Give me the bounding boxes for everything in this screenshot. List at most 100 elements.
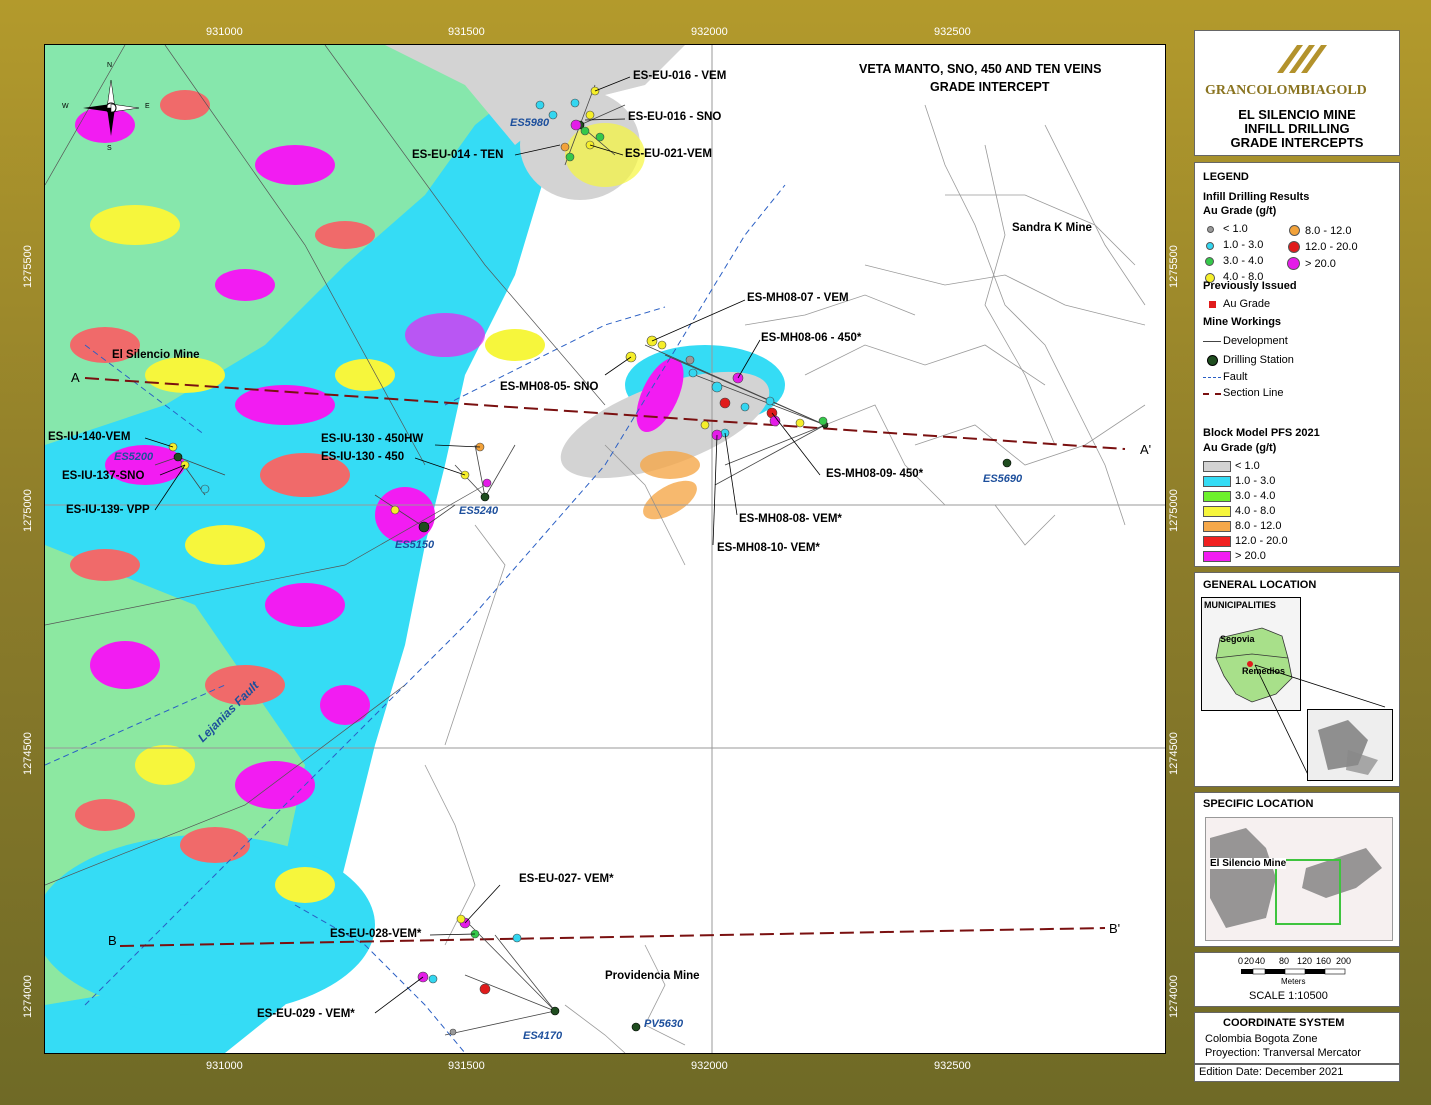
map-view[interactable]: N S E W VETA MANTO, SNO, 450 AND TEN VEI… — [44, 44, 1166, 1054]
station-label: ES5690 — [983, 473, 1023, 485]
specific-inset: El Silencio Mine — [1205, 817, 1393, 941]
scale-tick: 120 — [1297, 956, 1313, 966]
infill-label: 1.0 - 3.0 — [1223, 239, 1264, 251]
intercept-label: ES-IU-137-SNO — [62, 470, 145, 482]
block-swatch — [1203, 476, 1231, 487]
workings-title: Mine Workings — [1203, 316, 1282, 328]
section-label-b2: B' — [1109, 921, 1121, 936]
title-line3: GRADE INTERCEPTS — [1230, 135, 1364, 150]
mine-workings — [424, 104, 1146, 1053]
zoom-inset-map — [1318, 720, 1378, 775]
block-swatch — [1203, 461, 1231, 472]
y-tick-left-1: 1275500 — [22, 245, 34, 288]
intercept-label: ES-IU-139- VPP — [66, 504, 150, 516]
intercept-label: ES-EU-027- VEM* — [519, 873, 614, 885]
block-label: 1.0 - 3.0 — [1235, 475, 1276, 487]
scale-tick: 200 — [1336, 956, 1352, 966]
infill-dot — [1287, 257, 1300, 270]
mine-label-sandra: Sandra K Mine — [1012, 222, 1092, 234]
edition-date: Edition Date: December 2021 — [1199, 1066, 1344, 1078]
y-tick-left-2: 1275000 — [22, 489, 34, 532]
y-tick-left-4: 1274000 — [22, 975, 34, 1018]
x-tick-bottom-4: 932500 — [934, 1060, 971, 1072]
drilling-station-label: Drilling Station — [1223, 354, 1294, 366]
legend-title: LEGEND — [1203, 171, 1249, 183]
legend-box: LEGEND Infill Drilling Results Au Grade … — [1194, 162, 1400, 567]
scale-tick: 40 — [1255, 956, 1266, 966]
station-label: ES5150 — [395, 539, 435, 551]
infill-dot — [1205, 257, 1214, 266]
specific-label: El Silencio Mine — [1210, 858, 1287, 869]
infill-sub: Au Grade (g/t) — [1203, 205, 1277, 217]
y-tick-left-3: 1274500 — [22, 732, 34, 775]
station-label: ES4170 — [523, 1030, 563, 1042]
coordinate-system-box: COORDINATE SYSTEM Colombia Bogota Zone P… — [1194, 1012, 1400, 1064]
infill-label: < 1.0 — [1223, 223, 1248, 235]
prev-item: Au Grade — [1223, 298, 1271, 310]
fault-line-icon — [1203, 377, 1221, 378]
map-title-line2: GRADE INTERCEPT — [930, 80, 1050, 94]
x-tick-bottom-1: 931000 — [206, 1060, 243, 1072]
scale-tick: 80 — [1279, 956, 1290, 966]
block-swatch — [1203, 491, 1231, 502]
scale-text: SCALE 1:10500 — [1249, 990, 1328, 1002]
block-swatch — [1203, 536, 1231, 547]
block-label: 3.0 - 4.0 — [1235, 490, 1276, 502]
prev-square-icon — [1209, 301, 1216, 308]
infill-label: 3.0 - 4.0 — [1223, 255, 1264, 267]
intercept-label: ES-MH08-07 - VEM — [747, 292, 849, 304]
mine-label-silencio: El Silencio Mine — [112, 349, 200, 361]
x-tick-top-3: 932000 — [691, 26, 728, 38]
intercept-label: ES-MH08-05- SNO — [500, 381, 599, 393]
intercept-label: ES-EU-028-VEM* — [330, 928, 422, 940]
infill-dot — [1289, 225, 1300, 236]
block-label: 12.0 - 20.0 — [1235, 535, 1288, 547]
logo-text: GRANCOLOMBIAGOLD — [1205, 83, 1367, 98]
intercept-label: ES-MH08-10- VEM* — [717, 542, 820, 554]
section-label-a2: A' — [1140, 442, 1152, 457]
development-label: Development — [1223, 335, 1288, 347]
drilling-station-icon — [1207, 355, 1218, 366]
specific-inset-map — [1210, 828, 1382, 928]
specific-location-box: SPECIFIC LOCATION El Silencio Mine — [1194, 792, 1400, 947]
x-tick-top-4: 932500 — [934, 26, 971, 38]
scale-tick: 20 — [1244, 956, 1255, 966]
coord-line1: Colombia Bogota Zone — [1205, 1033, 1318, 1045]
intercept-label: ES-MH08-08- VEM* — [739, 513, 842, 525]
block-swatch — [1203, 506, 1231, 517]
infill-dot — [1288, 241, 1300, 253]
intercept-label: ES-IU-140-VEM — [48, 431, 131, 443]
intercept-label: ES-EU-016 - SNO — [628, 111, 722, 123]
station-label: ES5240 — [459, 505, 499, 517]
map-canvas[interactable] — [45, 45, 1165, 1053]
infill-dot — [1206, 242, 1214, 250]
station-label: PV5630 — [644, 1018, 684, 1030]
block-model-orange-east2 — [643, 480, 697, 520]
block-swatch — [1203, 551, 1231, 562]
scale-unit: Meters — [1281, 977, 1306, 986]
intercept-label: ES-IU-130 - 450HW — [321, 433, 424, 445]
y-tick-right-3: 1274500 — [1168, 732, 1180, 775]
block-swatch — [1203, 521, 1231, 532]
x-tick-bottom-3: 932000 — [691, 1060, 728, 1072]
title-line1: EL SILENCIO MINE — [1238, 107, 1356, 122]
title-line2: INFILL DRILLING — [1244, 121, 1350, 136]
logo-icon — [1277, 45, 1327, 73]
infill-dot — [1207, 226, 1214, 233]
y-tick-right-1: 1275500 — [1168, 245, 1180, 288]
y-tick-right-2: 1275000 — [1168, 489, 1180, 532]
coord-line2: Proyection: Tranversal Mercator — [1205, 1047, 1361, 1059]
intercept-label: ES-IU-130 - 450 — [321, 451, 405, 463]
compass-w: W — [62, 103, 69, 110]
section-label-b: B — [108, 933, 117, 948]
edition-box: Edition Date: December 2021 — [1194, 1064, 1400, 1082]
block-label: 4.0 - 8.0 — [1235, 505, 1276, 517]
block-model-orange-east — [640, 451, 700, 479]
infill-label: 8.0 - 12.0 — [1305, 225, 1352, 237]
y-tick-right-4: 1274000 — [1168, 975, 1180, 1018]
general-location-box: GENERAL LOCATION MUNICIPALITIES Segovia … — [1194, 572, 1400, 787]
intercept-label: ES-MH08-09- 450* — [826, 468, 924, 480]
section-label-a: A — [71, 370, 80, 385]
block-label: 8.0 - 12.0 — [1235, 520, 1282, 532]
x-tick-bottom-2: 931500 — [448, 1060, 485, 1072]
